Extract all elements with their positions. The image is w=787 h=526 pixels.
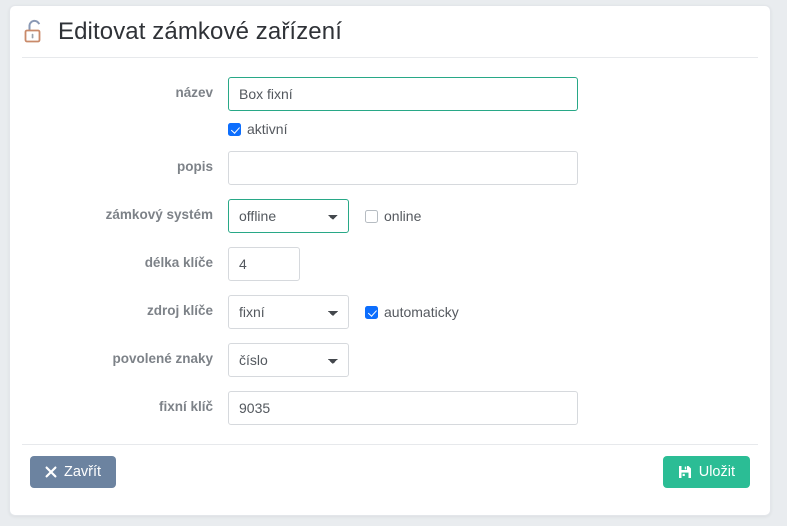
control-area-delka-klice bbox=[228, 247, 300, 281]
label-delka-klice: délka klíče bbox=[144, 255, 213, 270]
edit-lock-device-card: Editovat zámkové zařízení název aktivní … bbox=[9, 5, 771, 516]
close-button[interactable]: Zavřít bbox=[30, 455, 117, 489]
control-area-nazev bbox=[228, 77, 578, 111]
form-row-delka-klice: délka klíče bbox=[10, 247, 770, 281]
control-area-povolene-znaky: číslo bbox=[228, 343, 349, 377]
form-row-aktivni: aktivní bbox=[10, 121, 770, 137]
popis-input[interactable] bbox=[228, 151, 578, 185]
povolene-znaky-select[interactable]: číslo bbox=[228, 343, 349, 377]
form-row-popis: popis bbox=[10, 151, 770, 185]
save-button[interactable]: Uložit bbox=[662, 455, 750, 489]
nazev-input[interactable] bbox=[228, 77, 578, 111]
form-row-povolene-znaky: povolené znaky číslo bbox=[10, 343, 770, 377]
control-area-zdroj-klice: fixní automaticky bbox=[228, 295, 459, 329]
delka-klice-input[interactable] bbox=[228, 247, 300, 281]
control-area-aktivni: aktivní bbox=[228, 121, 287, 137]
control-area-fixni-klic bbox=[228, 391, 578, 425]
zamkovy-system-select[interactable]: offline bbox=[228, 199, 349, 233]
card-header: Editovat zámkové zařízení bbox=[10, 6, 770, 57]
floppy-save-icon bbox=[678, 465, 692, 479]
unlocked-padlock-icon bbox=[20, 17, 50, 47]
label-fixni-klic: fixní klíč bbox=[158, 399, 213, 414]
close-x-icon bbox=[45, 466, 57, 478]
label-zamkovy-system: zámkový systém bbox=[105, 207, 213, 222]
online-checkbox-wrap[interactable]: online bbox=[365, 208, 421, 224]
online-checkbox-label: online bbox=[384, 208, 422, 224]
form-row-nazev: název bbox=[10, 77, 770, 111]
label-povolene-znaky: povolené znaky bbox=[112, 351, 213, 366]
label-aktivni-spacer bbox=[10, 121, 228, 129]
control-area-popis bbox=[228, 151, 578, 185]
form-body: název aktivní popis zámkový systém bbox=[10, 57, 770, 425]
label-popis: popis bbox=[177, 159, 213, 174]
card-footer: Zavřít Uložit bbox=[10, 445, 770, 515]
aktivni-checkbox-label: aktivní bbox=[247, 121, 288, 137]
control-area-zamkovy-system: offline online bbox=[228, 199, 421, 233]
automaticky-checkbox[interactable] bbox=[365, 305, 378, 319]
label-nazev: název bbox=[175, 85, 213, 100]
form-row-fixni-klic: fixní klíč bbox=[10, 391, 770, 425]
label-zdroj-klice: zdroj klíče bbox=[146, 303, 213, 318]
form-row-zdroj-klice: zdroj klíče fixní automaticky bbox=[10, 295, 770, 329]
automaticky-checkbox-label: automaticky bbox=[384, 304, 459, 320]
save-button-label: Uložit bbox=[698, 463, 735, 480]
online-checkbox[interactable] bbox=[365, 209, 378, 223]
automaticky-checkbox-wrap[interactable]: automaticky bbox=[365, 304, 459, 320]
header-divider bbox=[22, 57, 758, 58]
page-title: Editovat zámkové zařízení bbox=[58, 17, 342, 45]
close-button-label: Zavřít bbox=[64, 463, 102, 480]
aktivni-checkbox[interactable] bbox=[228, 122, 241, 136]
fixni-klic-input[interactable] bbox=[228, 391, 578, 425]
zdroj-klice-select[interactable]: fixní bbox=[228, 295, 349, 329]
form-row-zamkovy-system: zámkový systém offline online bbox=[10, 199, 770, 233]
aktivni-checkbox-wrap[interactable]: aktivní bbox=[228, 121, 287, 137]
